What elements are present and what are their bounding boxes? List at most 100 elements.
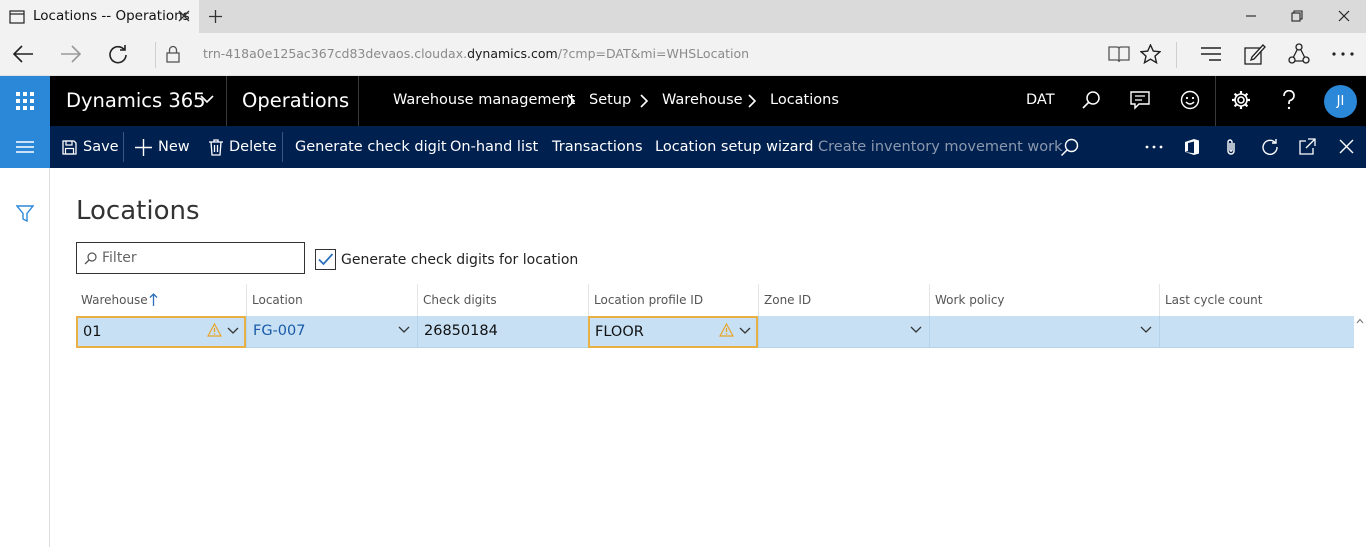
page-title: Locations xyxy=(76,196,200,226)
new-tab-icon[interactable] xyxy=(208,9,223,24)
column-header-label: Last cycle count xyxy=(1165,293,1263,307)
avatar[interactable]: JI xyxy=(1324,85,1357,118)
lock-icon[interactable] xyxy=(166,45,180,63)
grid-scrollbar[interactable] xyxy=(1354,316,1366,547)
location-setup-wizard-button[interactable]: Location setup wizard xyxy=(655,126,813,168)
url-prefix: trn-418a0e125ac367cd83devaos.cloudax. xyxy=(203,46,468,61)
warning-icon xyxy=(207,323,222,337)
chevron-down-icon[interactable] xyxy=(739,327,751,335)
d365-header: Dynamics 365 Operations Warehouse manage… xyxy=(0,76,1366,126)
forward-icon[interactable] xyxy=(60,44,82,64)
office-icon[interactable] xyxy=(1184,138,1200,156)
more-icon[interactable] xyxy=(1332,52,1354,56)
close-icon[interactable] xyxy=(1339,139,1354,154)
url-suffix: /?cmp=DAT&mi=WHSLocation xyxy=(557,46,750,61)
filter-icon[interactable] xyxy=(16,205,34,223)
close-tab-icon[interactable] xyxy=(178,10,190,22)
open-in-new-window-icon[interactable] xyxy=(1299,138,1316,155)
refresh-icon[interactable] xyxy=(107,44,129,66)
generate-check-digits-label[interactable]: Generate check digits for location xyxy=(341,252,578,268)
more-icon[interactable] xyxy=(1145,145,1163,149)
message-center-icon[interactable] xyxy=(1130,90,1150,110)
table-row[interactable]: 01 FG-007 26850184 FLOOR xyxy=(76,316,1354,348)
filter-box[interactable] xyxy=(76,242,305,274)
new-button[interactable]: New xyxy=(135,126,190,168)
share-icon[interactable] xyxy=(1288,43,1310,65)
waffle-icon xyxy=(0,76,50,126)
column-header-check-digits[interactable]: Check digits xyxy=(417,284,588,316)
close-window-icon[interactable] xyxy=(1338,10,1350,22)
zone-id-cell[interactable] xyxy=(758,316,929,348)
create-inventory-movement-work-button[interactable]: Create inventory movement work xyxy=(818,126,1063,168)
save-button[interactable]: Save xyxy=(62,126,119,168)
web-note-icon[interactable] xyxy=(1244,43,1266,65)
chevron-down-icon[interactable] xyxy=(200,94,214,104)
chevron-right-icon xyxy=(640,94,649,108)
reading-view-icon[interactable] xyxy=(1108,45,1130,63)
url-host: dynamics.com xyxy=(467,46,558,61)
feedback-smiley-icon[interactable] xyxy=(1180,90,1200,110)
check-digits-value: 26850184 xyxy=(424,323,498,339)
refresh-icon[interactable] xyxy=(1261,138,1279,156)
chevron-down-icon[interactable] xyxy=(1140,326,1152,334)
column-header-zone-id[interactable]: Zone ID xyxy=(758,284,929,316)
toolbar-separator xyxy=(1176,42,1177,68)
column-header-location-profile-id[interactable]: Location profile ID xyxy=(588,284,758,316)
scroll-up-arrow-icon[interactable] xyxy=(1356,318,1364,324)
favorite-star-icon[interactable] xyxy=(1140,44,1161,64)
browser-tab[interactable]: Locations -- Operations xyxy=(0,0,199,33)
chevron-right-icon xyxy=(748,94,757,108)
column-header-label: Location xyxy=(252,293,303,307)
sort-ascending-icon xyxy=(149,293,158,306)
generate-check-digit-button[interactable]: Generate check digit xyxy=(295,126,447,168)
company-picker[interactable]: DAT xyxy=(1026,92,1055,108)
location-profile-id-cell[interactable]: FLOOR xyxy=(588,316,758,348)
restore-icon[interactable] xyxy=(1291,10,1303,22)
column-header-warehouse[interactable]: Warehouse xyxy=(76,284,246,316)
warning-icon xyxy=(719,323,734,337)
app-launcher-button[interactable] xyxy=(0,76,50,126)
transactions-button[interactable]: Transactions xyxy=(552,126,643,168)
url-text[interactable]: trn-418a0e125ac367cd83devaos.cloudax.dyn… xyxy=(203,46,749,61)
location-link[interactable]: FG-007 xyxy=(253,323,306,339)
action-separator xyxy=(123,132,124,162)
search-icon[interactable] xyxy=(1060,138,1079,157)
toolbar-separator xyxy=(155,42,156,68)
location-profile-id-value: FLOOR xyxy=(595,324,644,340)
header-separator xyxy=(1215,76,1216,126)
header-separator xyxy=(358,76,359,126)
chevron-down-icon[interactable] xyxy=(227,327,239,335)
minimize-icon[interactable] xyxy=(1245,10,1257,22)
breadcrumb-setup[interactable]: Setup xyxy=(589,92,631,108)
back-icon[interactable] xyxy=(12,44,34,64)
hub-icon[interactable] xyxy=(1200,46,1222,62)
chevron-down-icon[interactable] xyxy=(910,326,922,334)
chevron-down-icon[interactable] xyxy=(398,326,410,334)
column-header-location[interactable]: Location xyxy=(246,284,417,316)
generate-check-digits-checkbox[interactable] xyxy=(315,249,336,270)
last-cycle-count-cell[interactable] xyxy=(1159,316,1354,348)
nav-menu-button[interactable] xyxy=(0,126,50,168)
action-separator xyxy=(282,132,283,162)
column-header-label: Check digits xyxy=(423,293,497,307)
search-icon[interactable] xyxy=(1081,90,1101,110)
breadcrumb-warehouse[interactable]: Warehouse xyxy=(662,92,743,108)
work-policy-cell[interactable] xyxy=(929,316,1159,348)
attachment-icon[interactable] xyxy=(1225,138,1237,156)
address-bar: trn-418a0e125ac367cd83devaos.cloudax.dyn… xyxy=(0,33,1366,76)
location-cell[interactable]: FG-007 xyxy=(246,316,417,348)
new-label: New xyxy=(158,139,190,155)
help-icon[interactable] xyxy=(1282,90,1296,110)
onhand-list-button[interactable]: On-hand list xyxy=(450,126,538,168)
delete-button[interactable]: Delete xyxy=(209,126,277,168)
filter-input[interactable] xyxy=(102,248,297,268)
brand-name[interactable]: Dynamics 365 xyxy=(66,89,206,112)
column-header-work-policy[interactable]: Work policy xyxy=(929,284,1159,316)
breadcrumb-warehouse-management[interactable]: Warehouse management xyxy=(393,92,575,108)
breadcrumb-locations[interactable]: Locations xyxy=(770,92,839,108)
gear-icon[interactable] xyxy=(1231,90,1251,110)
hamburger-icon xyxy=(0,126,50,168)
check-digits-cell[interactable]: 26850184 xyxy=(417,316,588,348)
warehouse-cell[interactable]: 01 xyxy=(76,316,246,348)
column-header-last-cycle-count[interactable]: Last cycle count xyxy=(1159,284,1354,316)
